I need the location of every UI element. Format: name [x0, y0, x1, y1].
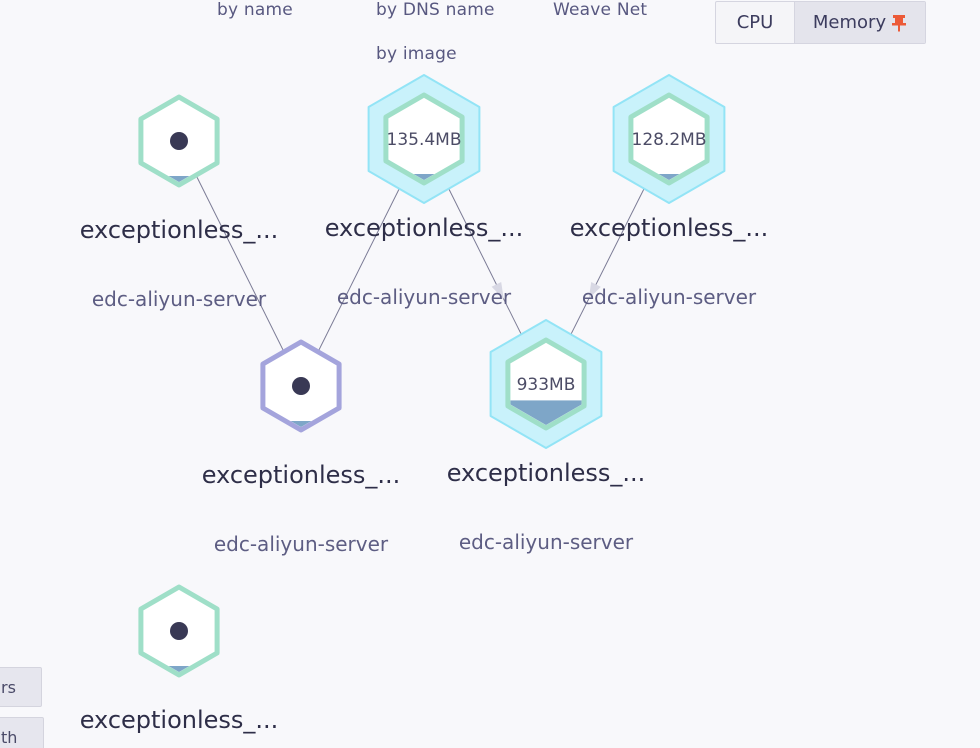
node-label: exceptionless_...	[570, 214, 769, 242]
node-label: exceptionless_...	[447, 459, 646, 487]
side-control-button-1-label: rs	[1, 677, 16, 697]
edge-n1-n4	[178, 140, 302, 387]
graph-node-n1[interactable]: exceptionless_... edc-aliyun-server	[80, 94, 279, 311]
edge-line	[178, 140, 302, 387]
topology-view: by name by DNS name Weave Net by image C…	[0, 0, 980, 748]
node-sublabel: edc-aliyun-server	[214, 532, 389, 556]
node-dot-icon	[170, 622, 188, 640]
node-metric-value: 933MB	[517, 375, 576, 395]
node-sublabel: edc-aliyun-server	[92, 287, 267, 311]
node-label: exceptionless_...	[80, 216, 279, 244]
node-label: exceptionless_...	[80, 706, 279, 734]
node-sublabel: edc-aliyun-server	[582, 285, 757, 309]
node-dot-icon	[292, 377, 310, 395]
side-control-button-1[interactable]: rs	[0, 667, 42, 707]
node-metric-value: 135.4MB	[387, 130, 462, 150]
node-memory-fill	[265, 421, 337, 427]
graph-node-n6[interactable]: exceptionless_...	[80, 584, 279, 734]
node-label: exceptionless_...	[202, 461, 401, 489]
graph-node-n3[interactable]: 128.2MB exceptionless_... edc-aliyun-serve…	[570, 74, 769, 309]
topology-graph: exceptionless_...edc-aliyun-server135.4M…	[80, 74, 769, 734]
side-control-button-2-label: th	[1, 727, 18, 747]
node-memory-fill	[143, 666, 215, 672]
graph-node-n5[interactable]: 933MB exceptionless_... edc-aliyun-server	[447, 319, 646, 554]
node-label: exceptionless_...	[325, 214, 524, 242]
side-control-button-2[interactable]: th	[0, 717, 44, 748]
graph-node-n4[interactable]: exceptionless_... edc-aliyun-server	[202, 339, 401, 556]
node-sublabel: edc-aliyun-server	[337, 285, 512, 309]
nodes-layer: exceptionless_...edc-aliyun-server135.4M…	[80, 74, 769, 734]
node-dot-icon	[170, 132, 188, 150]
node-metric-value: 128.2MB	[632, 130, 707, 150]
graph-node-n2[interactable]: 135.4MB exceptionless_... edc-aliyun-serve…	[325, 74, 524, 309]
node-memory-fill	[143, 176, 215, 182]
node-sublabel: edc-aliyun-server	[459, 530, 634, 554]
